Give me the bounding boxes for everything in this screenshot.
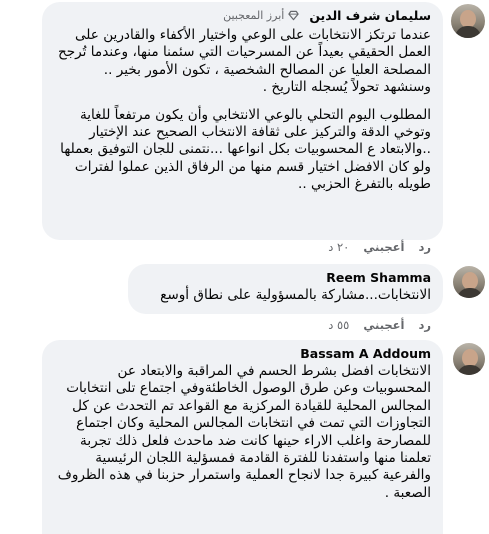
like-button[interactable]: أعجبني <box>363 318 404 332</box>
comment-author[interactable]: سليمان شرف الدين <box>309 8 431 23</box>
like-button[interactable]: أعجبني <box>363 240 404 254</box>
avatar[interactable] <box>453 343 485 375</box>
comment-actions: رد أعجبني ٢٠ د <box>328 240 431 254</box>
comment-header: سليمان شرف الدين أبرز المعجبين <box>54 8 431 23</box>
comment-paragraph: الانتخابات افضل بشرط الحسم في المراقبة و… <box>57 363 431 501</box>
comment-text: الانتخابات...مشاركة بالمسؤولية على نطاق … <box>140 287 431 304</box>
reply-button[interactable]: رد <box>418 318 431 332</box>
comment-header: Reem Shamma <box>140 270 431 285</box>
avatar[interactable] <box>453 266 485 298</box>
comment-bubble: Bassam A Addoum الانتخابات افضل بشرط الح… <box>42 340 443 534</box>
comment-time[interactable]: ٢٠ د <box>328 240 349 254</box>
comment-actions: رد أعجبني ٥٥ د <box>328 318 431 332</box>
comment-header: Bassam A Addoum <box>54 346 431 361</box>
comment-bubble: سليمان شرف الدين أبرز المعجبين عندما ترت… <box>42 2 443 240</box>
avatar[interactable] <box>451 4 485 38</box>
comment-author[interactable]: Bassam A Addoum <box>300 346 431 361</box>
comment-text: عندما ترتكز الانتخابات على الوعي واختيار… <box>54 27 431 194</box>
comment-paragraph: الانتخابات...مشاركة بالمسؤولية على نطاق … <box>160 287 431 303</box>
comment-paragraph: عندما ترتكز الانتخابات على الوعي واختيار… <box>58 27 431 96</box>
reply-button[interactable]: رد <box>418 240 431 254</box>
comment-bubble: Reem Shamma الانتخابات...مشاركة بالمسؤول… <box>128 264 443 314</box>
comment-paragraph: المطلوب اليوم التحلي بالوعي الانتخابي وأ… <box>60 106 431 193</box>
comment-author[interactable]: Reem Shamma <box>326 270 431 285</box>
diamond-icon <box>288 10 299 21</box>
comment-text: الانتخابات افضل بشرط الحسم في المراقبة و… <box>54 363 431 502</box>
comment-time[interactable]: ٥٥ د <box>328 318 349 332</box>
top-fan-badge: أبرز المعجبين <box>223 9 299 22</box>
badge-label: أبرز المعجبين <box>223 9 285 22</box>
